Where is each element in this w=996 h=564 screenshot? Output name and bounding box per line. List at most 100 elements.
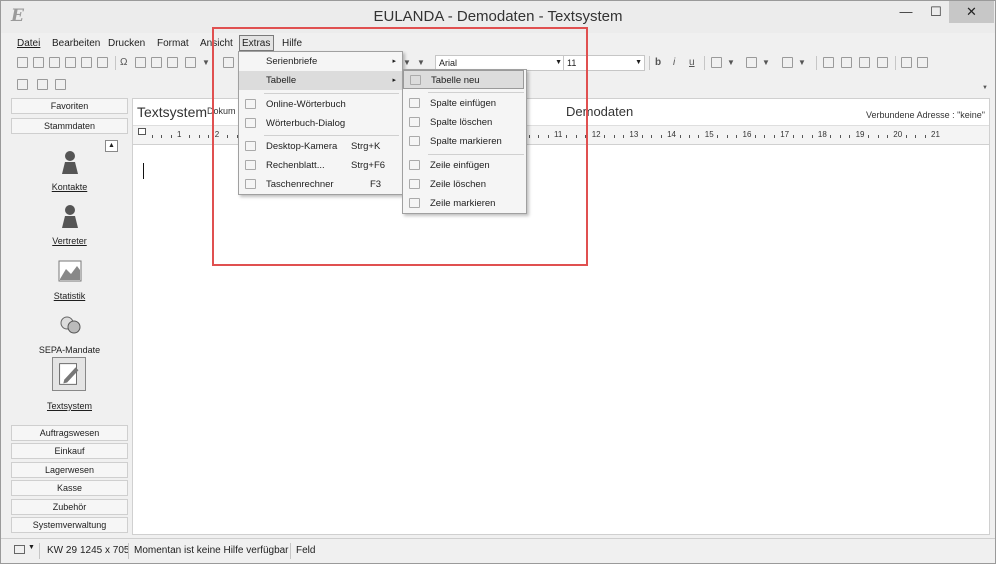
menu-item-tabelle-neu[interactable]: Tabelle neu [403, 70, 524, 89]
ruler-tick [802, 135, 804, 138]
menu-item-spalte-einfuegen[interactable]: Spalte einfügen [403, 94, 526, 113]
print-icon[interactable] [97, 57, 108, 68]
menu-format[interactable]: Format [155, 36, 191, 52]
sidebar-group-systemverwaltung[interactable]: Systemverwaltung [11, 517, 128, 533]
ruler-tick [679, 135, 681, 138]
menu-item-woerterbuch-dialog[interactable]: Wörterbuch-Dialog [239, 114, 402, 133]
border-icon[interactable] [711, 57, 722, 68]
ruler-tick [754, 135, 756, 138]
ruler-tick [208, 135, 210, 138]
sidebar-group-zubehoer[interactable]: Zubehör [11, 499, 128, 515]
menu-item-spalte-loeschen[interactable]: Spalte löschen [403, 113, 526, 132]
menu-item-tabelle[interactable]: Tabelle ▸ [239, 71, 402, 90]
underline-button[interactable]: u [689, 56, 695, 70]
list-dropdown-icon[interactable]: ▼ [762, 56, 770, 70]
indent-increase-icon[interactable] [901, 57, 912, 68]
minimize-button[interactable]: — [889, 1, 923, 23]
dictionary-icon [245, 118, 256, 128]
menu-separator [264, 93, 399, 94]
highlight-icon[interactable] [782, 57, 793, 68]
sidebar-group-lagerwesen[interactable]: Lagerwesen [11, 462, 128, 478]
sidebar-group-einkauf[interactable]: Einkauf [11, 443, 128, 459]
bold-button[interactable]: b [655, 56, 661, 70]
menu-item-shortcut: F3 [370, 179, 382, 190]
menu-item-serienbriefe[interactable]: Serienbriefe ▸ [239, 52, 402, 71]
sidebar-item-vertreter[interactable]: Vertreter [11, 202, 128, 246]
border-dropdown-icon[interactable]: ▼ [727, 56, 735, 70]
save-as-icon[interactable] [65, 57, 76, 68]
person-icon [61, 205, 78, 228]
menu-item-zeile-markieren[interactable]: Zeile markieren [403, 194, 526, 213]
sidebar-group-favoriten[interactable]: Favoriten [11, 98, 128, 114]
align-right-icon[interactable] [877, 57, 888, 68]
sidebar-group-kasse[interactable]: Kasse [11, 480, 128, 496]
sidebar-item-textsystem[interactable]: Textsystem [11, 395, 128, 411]
open-folder-icon[interactable] [33, 57, 44, 68]
list-icon[interactable] [746, 57, 757, 68]
align-justify-icon[interactable] [859, 57, 870, 68]
menu-drucken[interactable]: Drucken [106, 36, 147, 52]
menu-item-rechenblatt[interactable]: Rechenblatt... Strg+F6 [239, 156, 402, 175]
ruler-number: 16 [742, 130, 752, 139]
menu-hilfe[interactable]: Hilfe [280, 36, 304, 52]
toolbar-overflow-icon[interactable]: ▼ [982, 81, 988, 95]
style-dropdown-icon-2[interactable]: ▼ [417, 56, 425, 70]
image-icon[interactable] [167, 57, 178, 68]
sidebar-item-label: SEPA-Mandate [38, 345, 101, 355]
ruler-number: 1 [177, 130, 182, 139]
menu-bearbeiten[interactable]: Bearbeiten [50, 36, 102, 52]
italic-button[interactable]: i [673, 56, 675, 70]
align-left-icon[interactable] [823, 57, 834, 68]
connected-address: Verbundene Adresse : "keine" [866, 110, 985, 120]
person-icon [61, 151, 78, 174]
menu-item-spalte-markieren[interactable]: Spalte markieren [403, 132, 526, 151]
style-dropdown-icon[interactable]: ▼ [403, 56, 411, 70]
align-center-icon[interactable] [841, 57, 852, 68]
link-icon[interactable] [135, 57, 146, 68]
navigation-sidebar: Favoriten Stammdaten ▲ Kontakte Vertrete… [11, 98, 128, 535]
menu-item-zeile-einfuegen[interactable]: Zeile einfügen [403, 156, 526, 175]
menu-item-taschenrechner[interactable]: Taschenrechner F3 [239, 175, 402, 194]
row-select-icon [409, 198, 420, 208]
ruler-indent-marker-icon[interactable] [138, 128, 146, 135]
title-bar: E EULANDA - Demodaten - Textsystem — ☐ ✕ [1, 1, 995, 33]
text-editor[interactable] [133, 147, 989, 534]
close-button[interactable]: ✕ [949, 1, 994, 23]
column-select-icon [409, 136, 420, 146]
sidebar-item-textsystem-selected[interactable] [52, 357, 86, 391]
table-dropdown-icon[interactable]: ▼ [202, 56, 210, 70]
save-icon[interactable] [49, 57, 60, 68]
outline-icon[interactable] [17, 79, 28, 90]
field-icon[interactable] [151, 57, 162, 68]
highlight-dropdown-icon[interactable]: ▼ [798, 56, 806, 70]
edit-document-icon [59, 363, 79, 385]
delete-icon[interactable] [81, 57, 92, 68]
window-mode-icon[interactable] [14, 545, 25, 554]
ruler-tick [604, 135, 606, 138]
extras-menu: Serienbriefe ▸ Tabelle ▸ Online-Wörterbu… [238, 51, 403, 195]
new-document-icon[interactable] [17, 57, 28, 68]
sidebar-group-auftragswesen[interactable]: Auftragswesen [11, 425, 128, 441]
outline-expand-icon[interactable] [37, 79, 48, 90]
menu-item-zeile-loeschen[interactable]: Zeile löschen [403, 175, 526, 194]
chevron-down-icon[interactable]: ▼ [28, 544, 35, 551]
menu-item-desktop-kamera[interactable]: Desktop-Kamera Strg+K [239, 137, 402, 156]
menu-extras[interactable]: Extras [239, 35, 274, 51]
settings-icon[interactable] [55, 79, 66, 90]
maximize-button[interactable]: ☐ [923, 1, 949, 23]
ruler-tick [660, 135, 662, 138]
sidebar-item-kontakte[interactable]: Kontakte [11, 148, 128, 192]
sidebar-group-stammdaten[interactable]: Stammdaten [11, 118, 128, 134]
sidebar-item-statistik[interactable]: Statistik [11, 257, 128, 301]
menu-item-online-woerterbuch[interactable]: Online-Wörterbuch [239, 95, 402, 114]
symbol-omega-icon[interactable]: Ω [120, 56, 127, 70]
table-icon[interactable] [185, 57, 196, 68]
insert-object-icon[interactable] [223, 57, 234, 68]
menu-item-shortcut: Strg+F6 [351, 160, 386, 171]
font-size-select[interactable]: 11 ▼ [563, 55, 645, 71]
submenu-arrow-icon: ▸ [392, 58, 396, 65]
menu-ansicht[interactable]: Ansicht [198, 36, 235, 52]
menu-datei[interactable]: Datei [15, 36, 42, 52]
indent-decrease-icon[interactable] [917, 57, 928, 68]
sidebar-item-sepa-mandate[interactable]: SEPA-Mandate [11, 311, 128, 355]
